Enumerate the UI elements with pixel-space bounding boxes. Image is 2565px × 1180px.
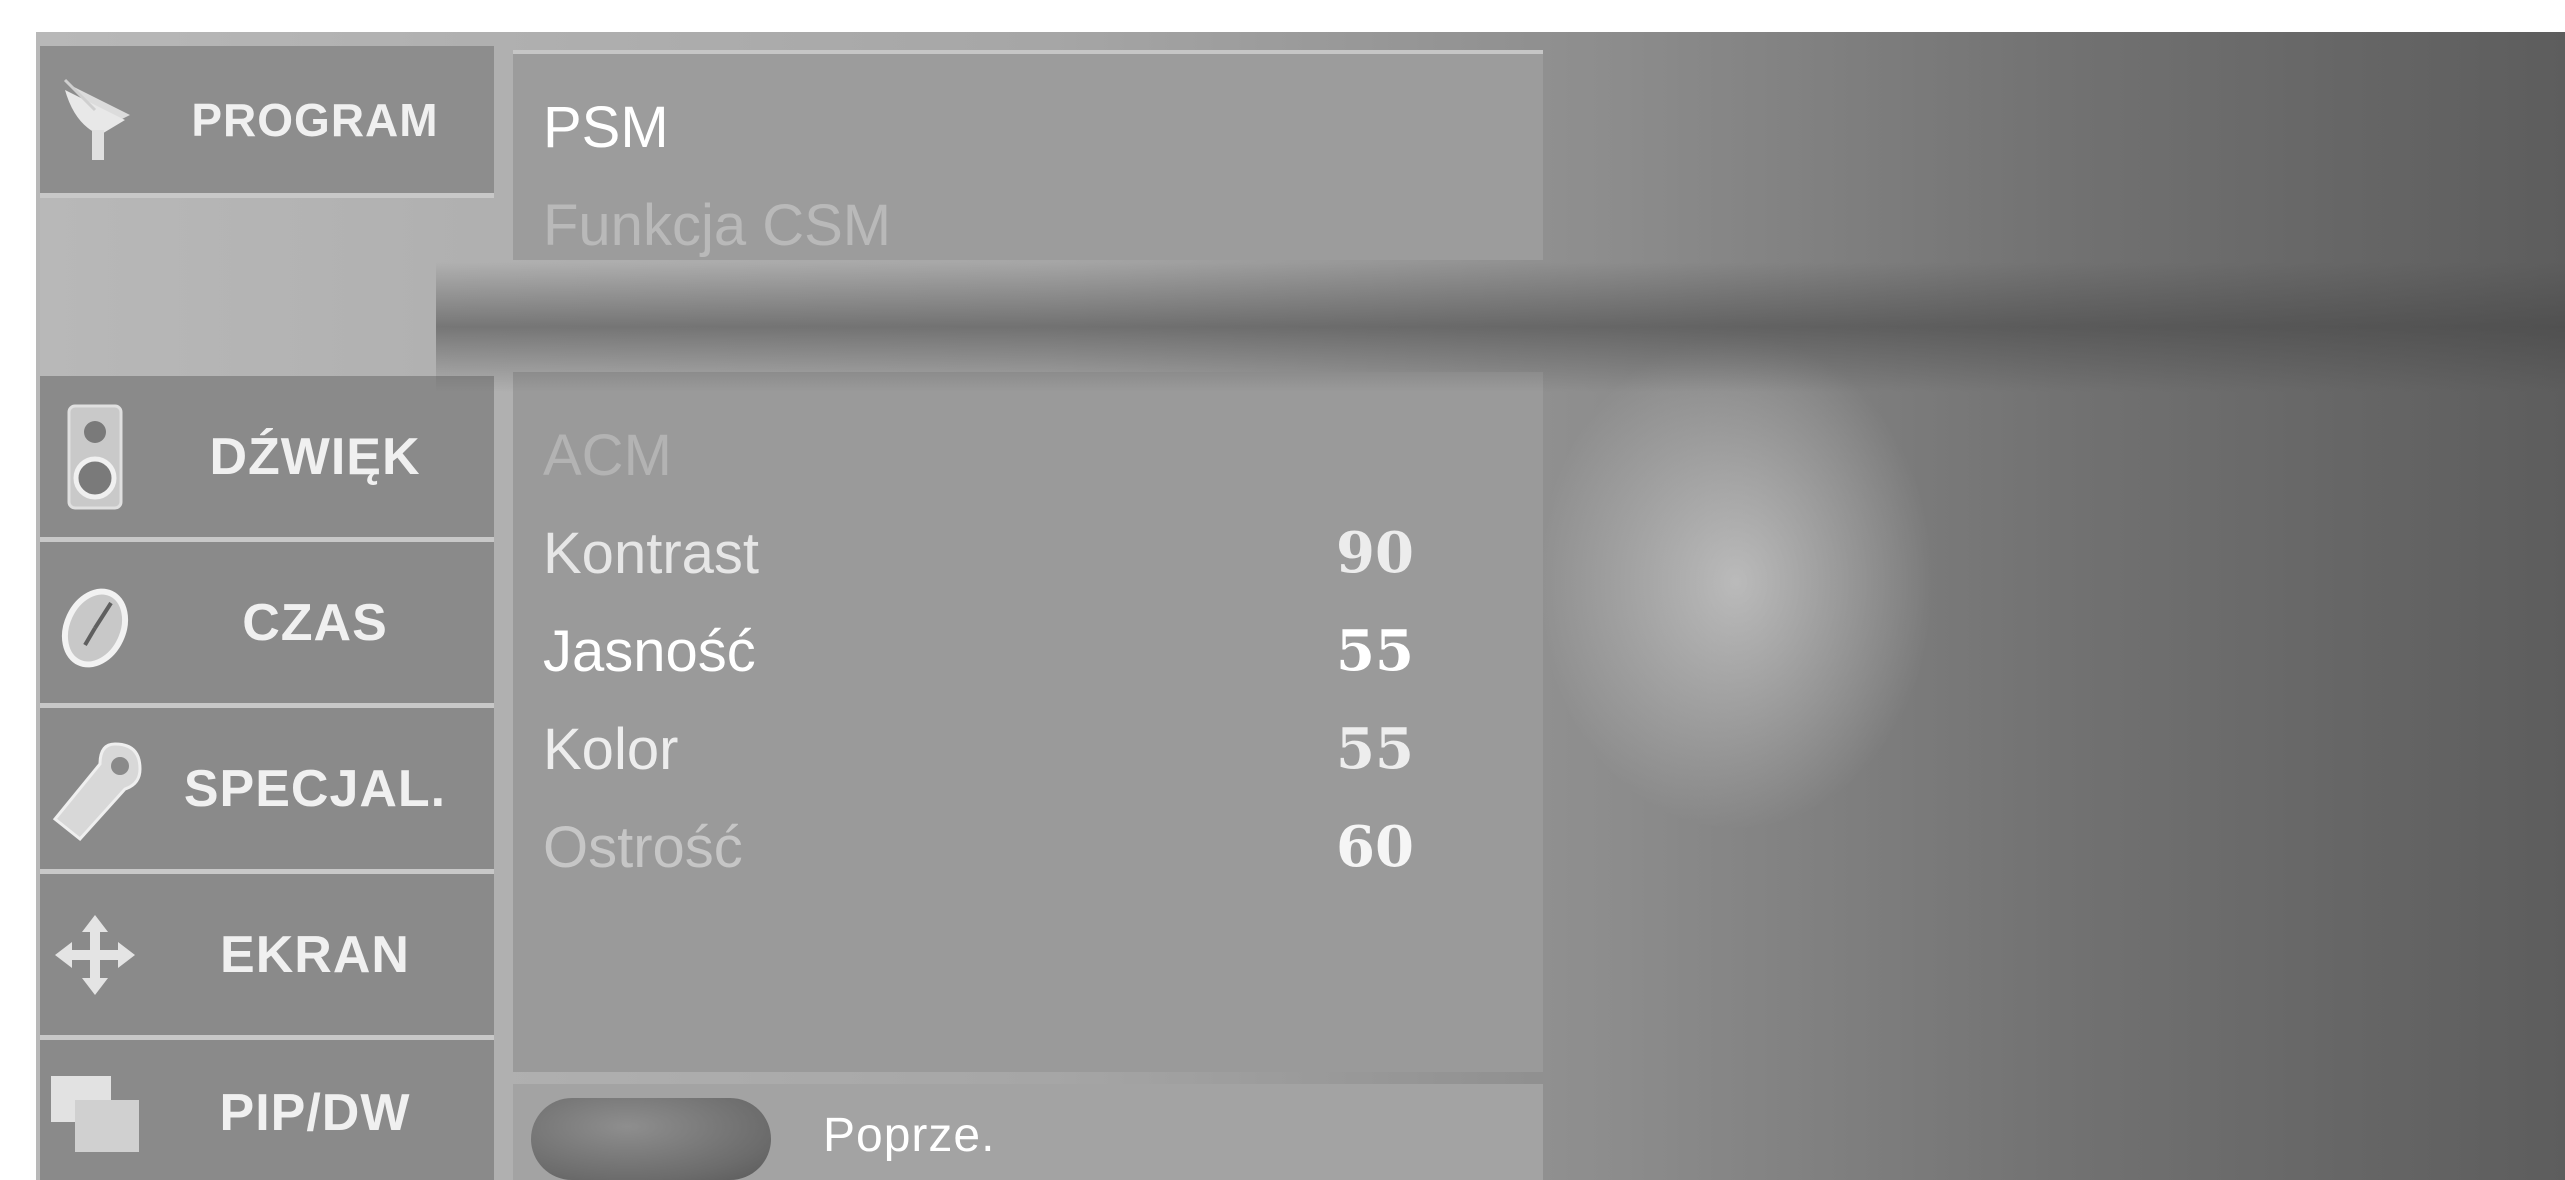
menu-item-kontrast[interactable]: Kontrast 90 — [543, 520, 1443, 610]
sidebar-item-label: EKRAN — [220, 925, 410, 984]
menu-item-value: 55 — [1336, 716, 1414, 782]
menu-item-kolor[interactable]: Kolor 55 — [543, 716, 1443, 806]
sidebar-item-specjal[interactable]: SPECJAL. — [40, 708, 494, 874]
menu-item-label: Kolor — [543, 717, 679, 782]
menu-item-label: Jasność — [543, 619, 756, 684]
tag-icon — [40, 708, 150, 869]
menu-item-value: 55 — [1336, 618, 1414, 684]
sidebar-item-dzwiek[interactable]: DŹWIĘK — [40, 376, 494, 542]
menu-item-label: Kontrast — [543, 521, 759, 586]
sidebar-item-pipdw[interactable]: PIP/DW — [40, 1040, 494, 1180]
tv-osd-screen: PROGRAM DŹWIĘK CZAS SPECJAL. EKRAN PIP/D… — [36, 32, 2565, 1180]
sidebar-item-label: CZAS — [242, 593, 388, 652]
pip-windows-icon — [40, 1040, 150, 1180]
satellite-dish-icon — [40, 46, 150, 193]
menu-item-ostrosc[interactable]: Ostrość 60 — [543, 814, 1443, 904]
menu-item-label: Ostrość — [543, 815, 743, 880]
sidebar-item-ekran[interactable]: EKRAN — [40, 874, 494, 1040]
previous-button[interactable] — [531, 1098, 771, 1180]
sidebar-item-label: PROGRAM — [191, 93, 439, 146]
previous-label: Poprze. — [823, 1109, 996, 1162]
menu-item-value: 90 — [1336, 520, 1414, 586]
sidebar-item-label: PIP/DW — [219, 1083, 411, 1142]
move-arrows-icon — [40, 874, 150, 1035]
sidebar-item-label: DŹWIĘK — [209, 427, 421, 486]
sidebar-item-label: SPECJAL. — [183, 759, 447, 818]
menu-item-jasnosc[interactable]: Jasność 55 — [543, 618, 1443, 708]
footer-bar: Poprze. — [513, 1084, 1543, 1180]
menu-item-funkcja-csm[interactable]: Funkcja CSM — [543, 192, 891, 259]
menu-item-value: 60 — [1336, 814, 1414, 880]
menu-item-acm[interactable]: ACM — [543, 422, 1443, 512]
sidebar-item-czas[interactable]: CZAS — [40, 542, 494, 708]
clock-icon — [40, 542, 150, 703]
menu-item-label: ACM — [543, 423, 672, 488]
picture-mode-panel: PSM Funkcja CSM — [513, 50, 1543, 260]
speaker-icon — [40, 376, 150, 537]
picture-settings-panel: ACM Kontrast 90 Jasność 55 Kolor 55 Ostr… — [513, 372, 1543, 1072]
sidebar-item-program[interactable]: PROGRAM — [40, 46, 494, 198]
menu-item-psm[interactable]: PSM — [543, 94, 669, 161]
